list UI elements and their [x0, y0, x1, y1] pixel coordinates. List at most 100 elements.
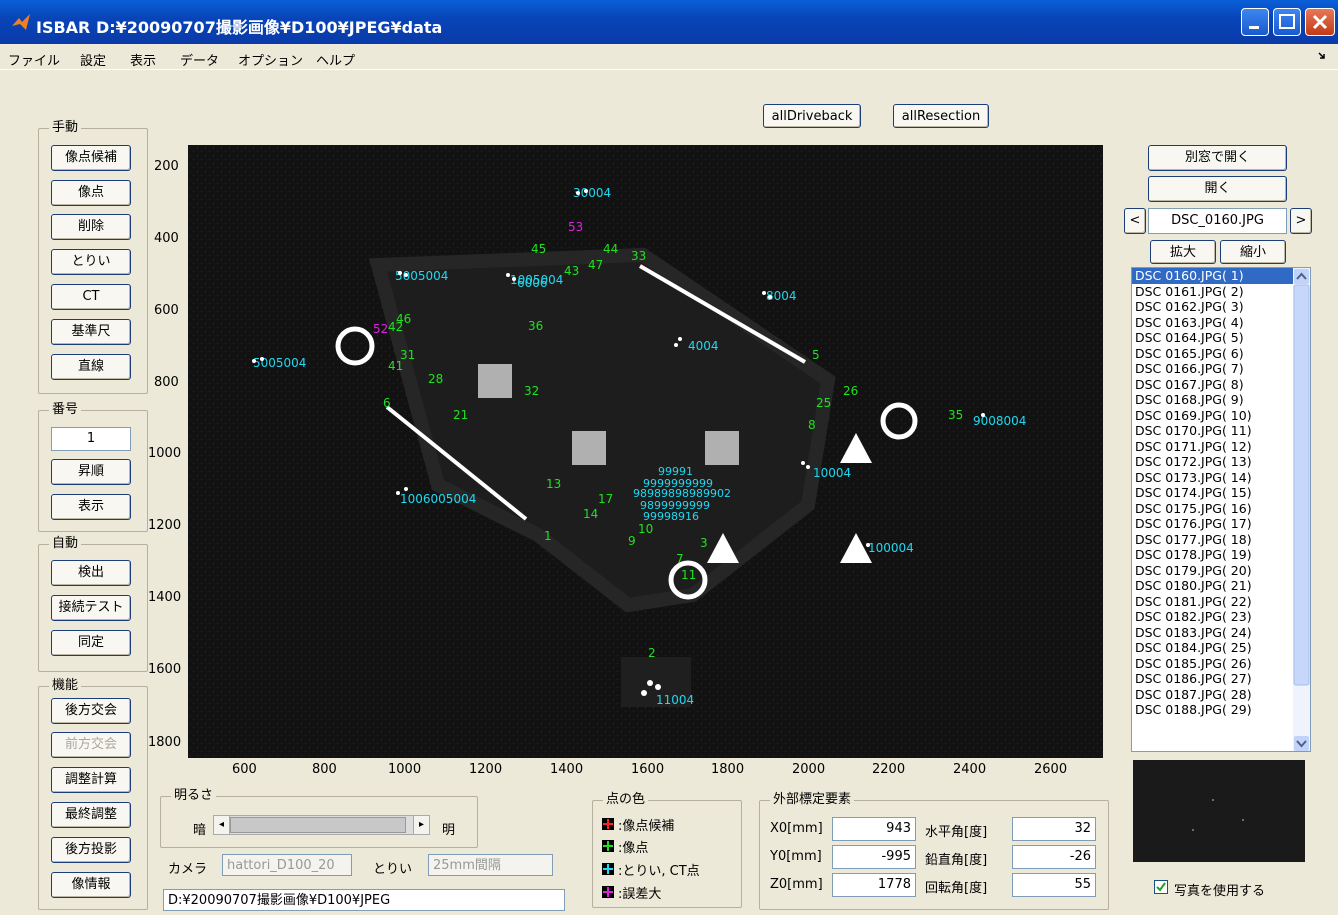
identify-button[interactable]: 同定: [51, 630, 131, 656]
maximize-button[interactable]: [1273, 8, 1301, 36]
menu-settings[interactable]: 設定: [80, 50, 106, 69]
menu-help[interactable]: ヘルプ: [316, 50, 355, 69]
list-item[interactable]: DSC 0183.JPG( 24): [1132, 625, 1310, 641]
close-button[interactable]: [1305, 8, 1335, 36]
auto-group-label: 自動: [49, 536, 82, 552]
brightness-slider[interactable]: ◂ ▸: [213, 815, 430, 835]
image-point-button[interactable]: 像点: [51, 180, 131, 206]
list-item[interactable]: DSC 0182.JPG( 23): [1132, 609, 1310, 625]
path-field[interactable]: D:¥20090707撮影画像¥D100¥JPEG: [163, 889, 565, 911]
delete-button[interactable]: 削除: [51, 214, 131, 240]
y0-field[interactable]: -995: [832, 845, 916, 869]
image-info-button[interactable]: 像情報: [51, 872, 131, 898]
line-button[interactable]: 直線: [51, 354, 131, 380]
connection-test-button[interactable]: 接続テスト: [51, 595, 131, 621]
function-group-label: 機能: [49, 678, 82, 694]
list-item[interactable]: DSC 0188.JPG( 29): [1132, 702, 1310, 718]
list-item[interactable]: DSC 0175.JPG( 16): [1132, 501, 1310, 517]
list-item[interactable]: DSC 0169.JPG( 10): [1132, 408, 1310, 424]
list-item[interactable]: DSC 0181.JPG( 22): [1132, 594, 1310, 610]
image-file-list[interactable]: DSC 0160.JPG( 1) DSC 0161.JPG( 2) DSC 01…: [1131, 267, 1311, 752]
list-item[interactable]: DSC 0187.JPG( 28): [1132, 687, 1310, 703]
vertical-angle-field[interactable]: -26: [1012, 845, 1096, 869]
image-plot-graphics: 30004 1005004 6006 5005004 5005004 8004 …: [188, 145, 1103, 758]
magenta-plus-icon: [603, 887, 613, 897]
slider-left-arrow[interactable]: ◂: [214, 816, 230, 834]
list-item[interactable]: DSC 0173.JPG( 14): [1132, 470, 1310, 486]
use-photo-checkbox[interactable]: [1154, 880, 1168, 894]
list-item[interactable]: DSC 0171.JPG( 12): [1132, 439, 1310, 455]
list-item[interactable]: DSC 0167.JPG( 8): [1132, 377, 1310, 393]
list-item[interactable]: DSC 0174.JPG( 15): [1132, 485, 1310, 501]
back-projection-button[interactable]: 後方投影: [51, 837, 131, 863]
image-plot[interactable]: 30004 1005004 6006 5005004 5005004 8004 …: [188, 145, 1103, 758]
list-item[interactable]: DSC 0166.JPG( 7): [1132, 361, 1310, 377]
prev-image-button[interactable]: <: [1124, 208, 1146, 234]
zoom-in-button[interactable]: 拡大: [1150, 240, 1216, 264]
list-item[interactable]: DSC 0185.JPG( 26): [1132, 656, 1310, 672]
candidate-point-button[interactable]: 像点候補: [51, 145, 131, 171]
detect-button[interactable]: 検出: [51, 560, 131, 586]
open-new-window-button[interactable]: 別窓で開く: [1148, 145, 1287, 171]
current-file-field[interactable]: DSC_0160.JPG: [1148, 208, 1287, 234]
list-item[interactable]: DSC 0184.JPG( 25): [1132, 640, 1310, 656]
zoom-out-button[interactable]: 縮小: [1220, 240, 1286, 264]
x0-field[interactable]: 943: [832, 817, 916, 841]
final-adjustment-button[interactable]: 最終調整: [51, 802, 131, 828]
rotation-angle-field[interactable]: 55: [1012, 873, 1096, 897]
y-tick: 400: [154, 231, 179, 246]
list-item[interactable]: DSC 0178.JPG( 19): [1132, 547, 1310, 563]
minimize-button[interactable]: [1241, 8, 1269, 36]
x-tick: 1200: [469, 762, 503, 777]
z0-field[interactable]: 1778: [832, 873, 916, 897]
next-image-button[interactable]: >: [1290, 208, 1312, 234]
all-driveback-button[interactable]: allDriveback: [763, 104, 861, 128]
list-item[interactable]: DSC 0180.JPG( 21): [1132, 578, 1310, 594]
slider-right-arrow[interactable]: ▸: [413, 816, 429, 834]
open-button[interactable]: 開く: [1148, 176, 1287, 202]
adjustment-button[interactable]: 調整計算: [51, 767, 131, 793]
menu-view[interactable]: 表示: [130, 50, 156, 69]
all-resection-button[interactable]: allResection: [893, 104, 989, 128]
ct-button[interactable]: CT: [51, 284, 131, 310]
list-item[interactable]: DSC 0163.JPG( 4): [1132, 315, 1310, 331]
x-tick: 2400: [953, 762, 987, 777]
list-item[interactable]: DSC 0165.JPG( 6): [1132, 346, 1310, 362]
list-item[interactable]: DSC 0160.JPG( 1): [1132, 268, 1310, 284]
use-photo-label: 写真を使用する: [1174, 884, 1266, 899]
list-item[interactable]: DSC 0186.JPG( 27): [1132, 671, 1310, 687]
list-item[interactable]: DSC 0170.JPG( 11): [1132, 423, 1310, 439]
ascending-button[interactable]: 昇順: [51, 459, 131, 485]
x-tick: 1600: [631, 762, 665, 777]
list-item[interactable]: DSC 0177.JPG( 18): [1132, 532, 1310, 548]
list-item[interactable]: DSC 0179.JPG( 20): [1132, 563, 1310, 579]
y-tick: 800: [154, 375, 179, 390]
cyan-label: 11004: [656, 693, 694, 707]
slider-thumb[interactable]: [230, 817, 406, 833]
torii-button[interactable]: とりい: [51, 249, 131, 275]
legend-swatch: [602, 863, 614, 875]
menu-file[interactable]: ファイル: [8, 50, 60, 69]
menu-data[interactable]: データ: [180, 50, 219, 69]
list-scrollbar[interactable]: [1293, 268, 1310, 751]
toolbar-toggle-icon[interactable]: [1318, 52, 1328, 62]
menu-options[interactable]: オプション: [238, 50, 303, 69]
horizontal-angle-field[interactable]: 32: [1012, 817, 1096, 841]
x-tick: 1000: [388, 762, 422, 777]
list-item[interactable]: DSC 0161.JPG( 2): [1132, 284, 1310, 300]
list-item[interactable]: DSC 0176.JPG( 17): [1132, 516, 1310, 532]
reference-square: [705, 431, 739, 465]
list-item[interactable]: DSC 0162.JPG( 3): [1132, 299, 1310, 315]
green-label: 21: [453, 408, 468, 422]
list-item[interactable]: DSC 0172.JPG( 13): [1132, 454, 1310, 470]
list-item[interactable]: DSC 0164.JPG( 5): [1132, 330, 1310, 346]
reference-scale-button[interactable]: 基準尺: [51, 319, 131, 345]
show-button[interactable]: 表示: [51, 494, 131, 520]
maximize-icon: [1279, 14, 1295, 29]
resection-button[interactable]: 後方交会: [51, 698, 131, 724]
number-field[interactable]: 1: [51, 427, 131, 451]
menu-bar: ファイル 設定 表示 データ オプション ヘルプ: [0, 44, 1338, 70]
list-item[interactable]: DSC 0168.JPG( 9): [1132, 392, 1310, 408]
green-label: 47: [588, 258, 603, 272]
manual-group-label: 手動: [49, 120, 82, 136]
